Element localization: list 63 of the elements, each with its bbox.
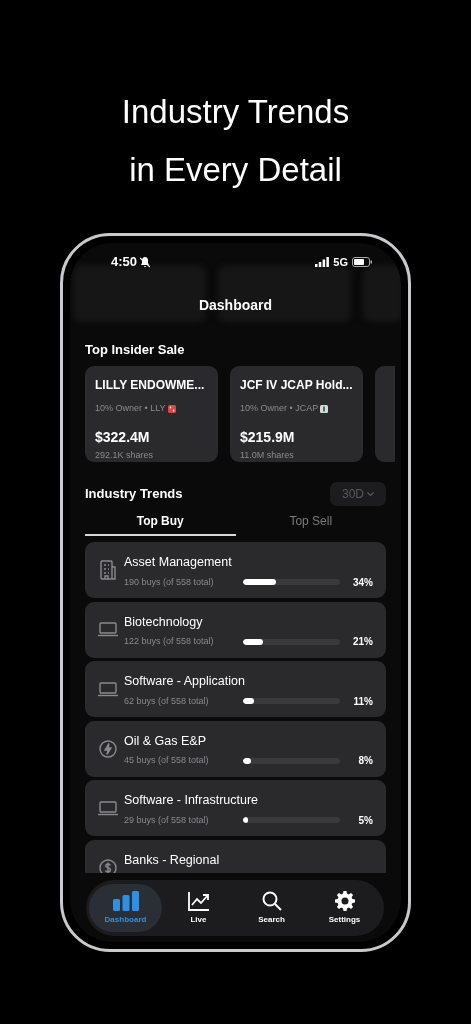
percent-value: 34% — [353, 575, 373, 590]
buy-count: 45 buys (of 558 total) — [124, 754, 210, 767]
search-icon — [261, 890, 282, 911]
insider-role: 10% Owner • JCAP — [240, 402, 319, 415]
screen-title: Dashboard — [197, 296, 274, 315]
percent-value: 21% — [353, 635, 373, 650]
industry-name: Oil & Gas E&P — [124, 732, 207, 750]
industry-row[interactable]: Software - Application 62 buys (of 558 total) 11% — [85, 661, 386, 717]
laptop-icon — [97, 622, 119, 637]
tab-bar-item[interactable]: Dashboard — [89, 884, 162, 932]
sale-amount: $322.4M — [95, 427, 151, 447]
headline: Industry Trends — [121, 92, 350, 132]
industry-name: Asset Management — [124, 554, 233, 571]
insider-role: 10% Owner • LLY — [95, 402, 166, 415]
laptop-icon — [97, 800, 119, 816]
settings-icon — [334, 890, 355, 911]
tab[interactable]: Top Buy — [85, 508, 236, 536]
headline: in Every Detail — [129, 150, 342, 190]
insider-card[interactable]: JCF IV JCAP Hold... 10% Owner • JCAP $215.9M 11.0M shares — [230, 366, 363, 462]
company-logo-icon — [167, 404, 176, 413]
buy-count: 122 buys (of 558 total) — [124, 635, 215, 648]
share-count: 11.0M shares — [240, 448, 295, 462]
section-title: Industry Trends — [85, 485, 183, 504]
network-label: 5G — [333, 254, 348, 270]
insider-name: LILLY ENDOWME... — [95, 377, 206, 394]
buy-count: 62 buys (of 558 total) — [124, 694, 210, 708]
chevron-down-icon — [367, 491, 374, 497]
industry-row[interactable]: Software - Infrastructure 29 buys (of 558 total) 5% — [85, 780, 386, 836]
battery-icon — [352, 257, 372, 267]
section-title: Top Insider Sale — [85, 341, 186, 358]
industry-name: Software - Infrastructure — [124, 792, 260, 809]
industry-row[interactable]: Asset Management 190 buys (of 558 total) 34% — [85, 542, 386, 598]
insider-card[interactable] — [375, 366, 395, 462]
company-logo-icon — [320, 404, 329, 413]
line-chart-icon — [187, 890, 210, 911]
industry-row[interactable]: Banks - Regional — [85, 839, 386, 873]
industry-name: Software - Application — [124, 673, 246, 690]
bar-chart-icon — [112, 890, 139, 911]
buy-count: 190 buys (of 558 total) — [124, 575, 215, 589]
building-icon — [100, 560, 116, 580]
sale-amount: $215.9M — [240, 427, 296, 447]
lightning-icon — [99, 739, 117, 758]
status-time: 4:50 — [111, 253, 138, 272]
tab-bar-item[interactable]: Settings — [308, 884, 381, 932]
insider-card[interactable]: LILLY ENDOWME... 10% Owner • LLY $322.4M 292.1K shares — [85, 366, 218, 462]
percent-value: 5% — [358, 813, 373, 828]
industry-row[interactable]: Biotechnology 122 buys (of 558 total) 21% — [85, 601, 386, 658]
bell-muted-icon — [140, 256, 151, 268]
tab-bar-item[interactable]: Search — [235, 884, 308, 932]
signal-icon — [315, 257, 330, 267]
buy-count: 29 buys (of 558 total) — [124, 813, 210, 827]
tab-bar-item[interactable]: Live — [162, 884, 235, 932]
insider-name: JCF IV JCAP Hold... — [240, 377, 353, 394]
percent-value: 8% — [358, 754, 373, 769]
blurred-card — [363, 265, 401, 322]
industry-name: Banks - Regional — [124, 851, 221, 869]
dollar-icon — [99, 858, 117, 873]
tab[interactable]: Top Sell — [235, 508, 386, 536]
share-count: 292.1K shares — [95, 448, 155, 462]
industry-name: Biotechnology — [124, 613, 204, 631]
laptop-icon — [97, 681, 119, 697]
percent-value: 11% — [353, 694, 373, 709]
industry-row[interactable]: Oil & Gas E&P 45 buys (of 558 total) 8% — [85, 720, 386, 777]
